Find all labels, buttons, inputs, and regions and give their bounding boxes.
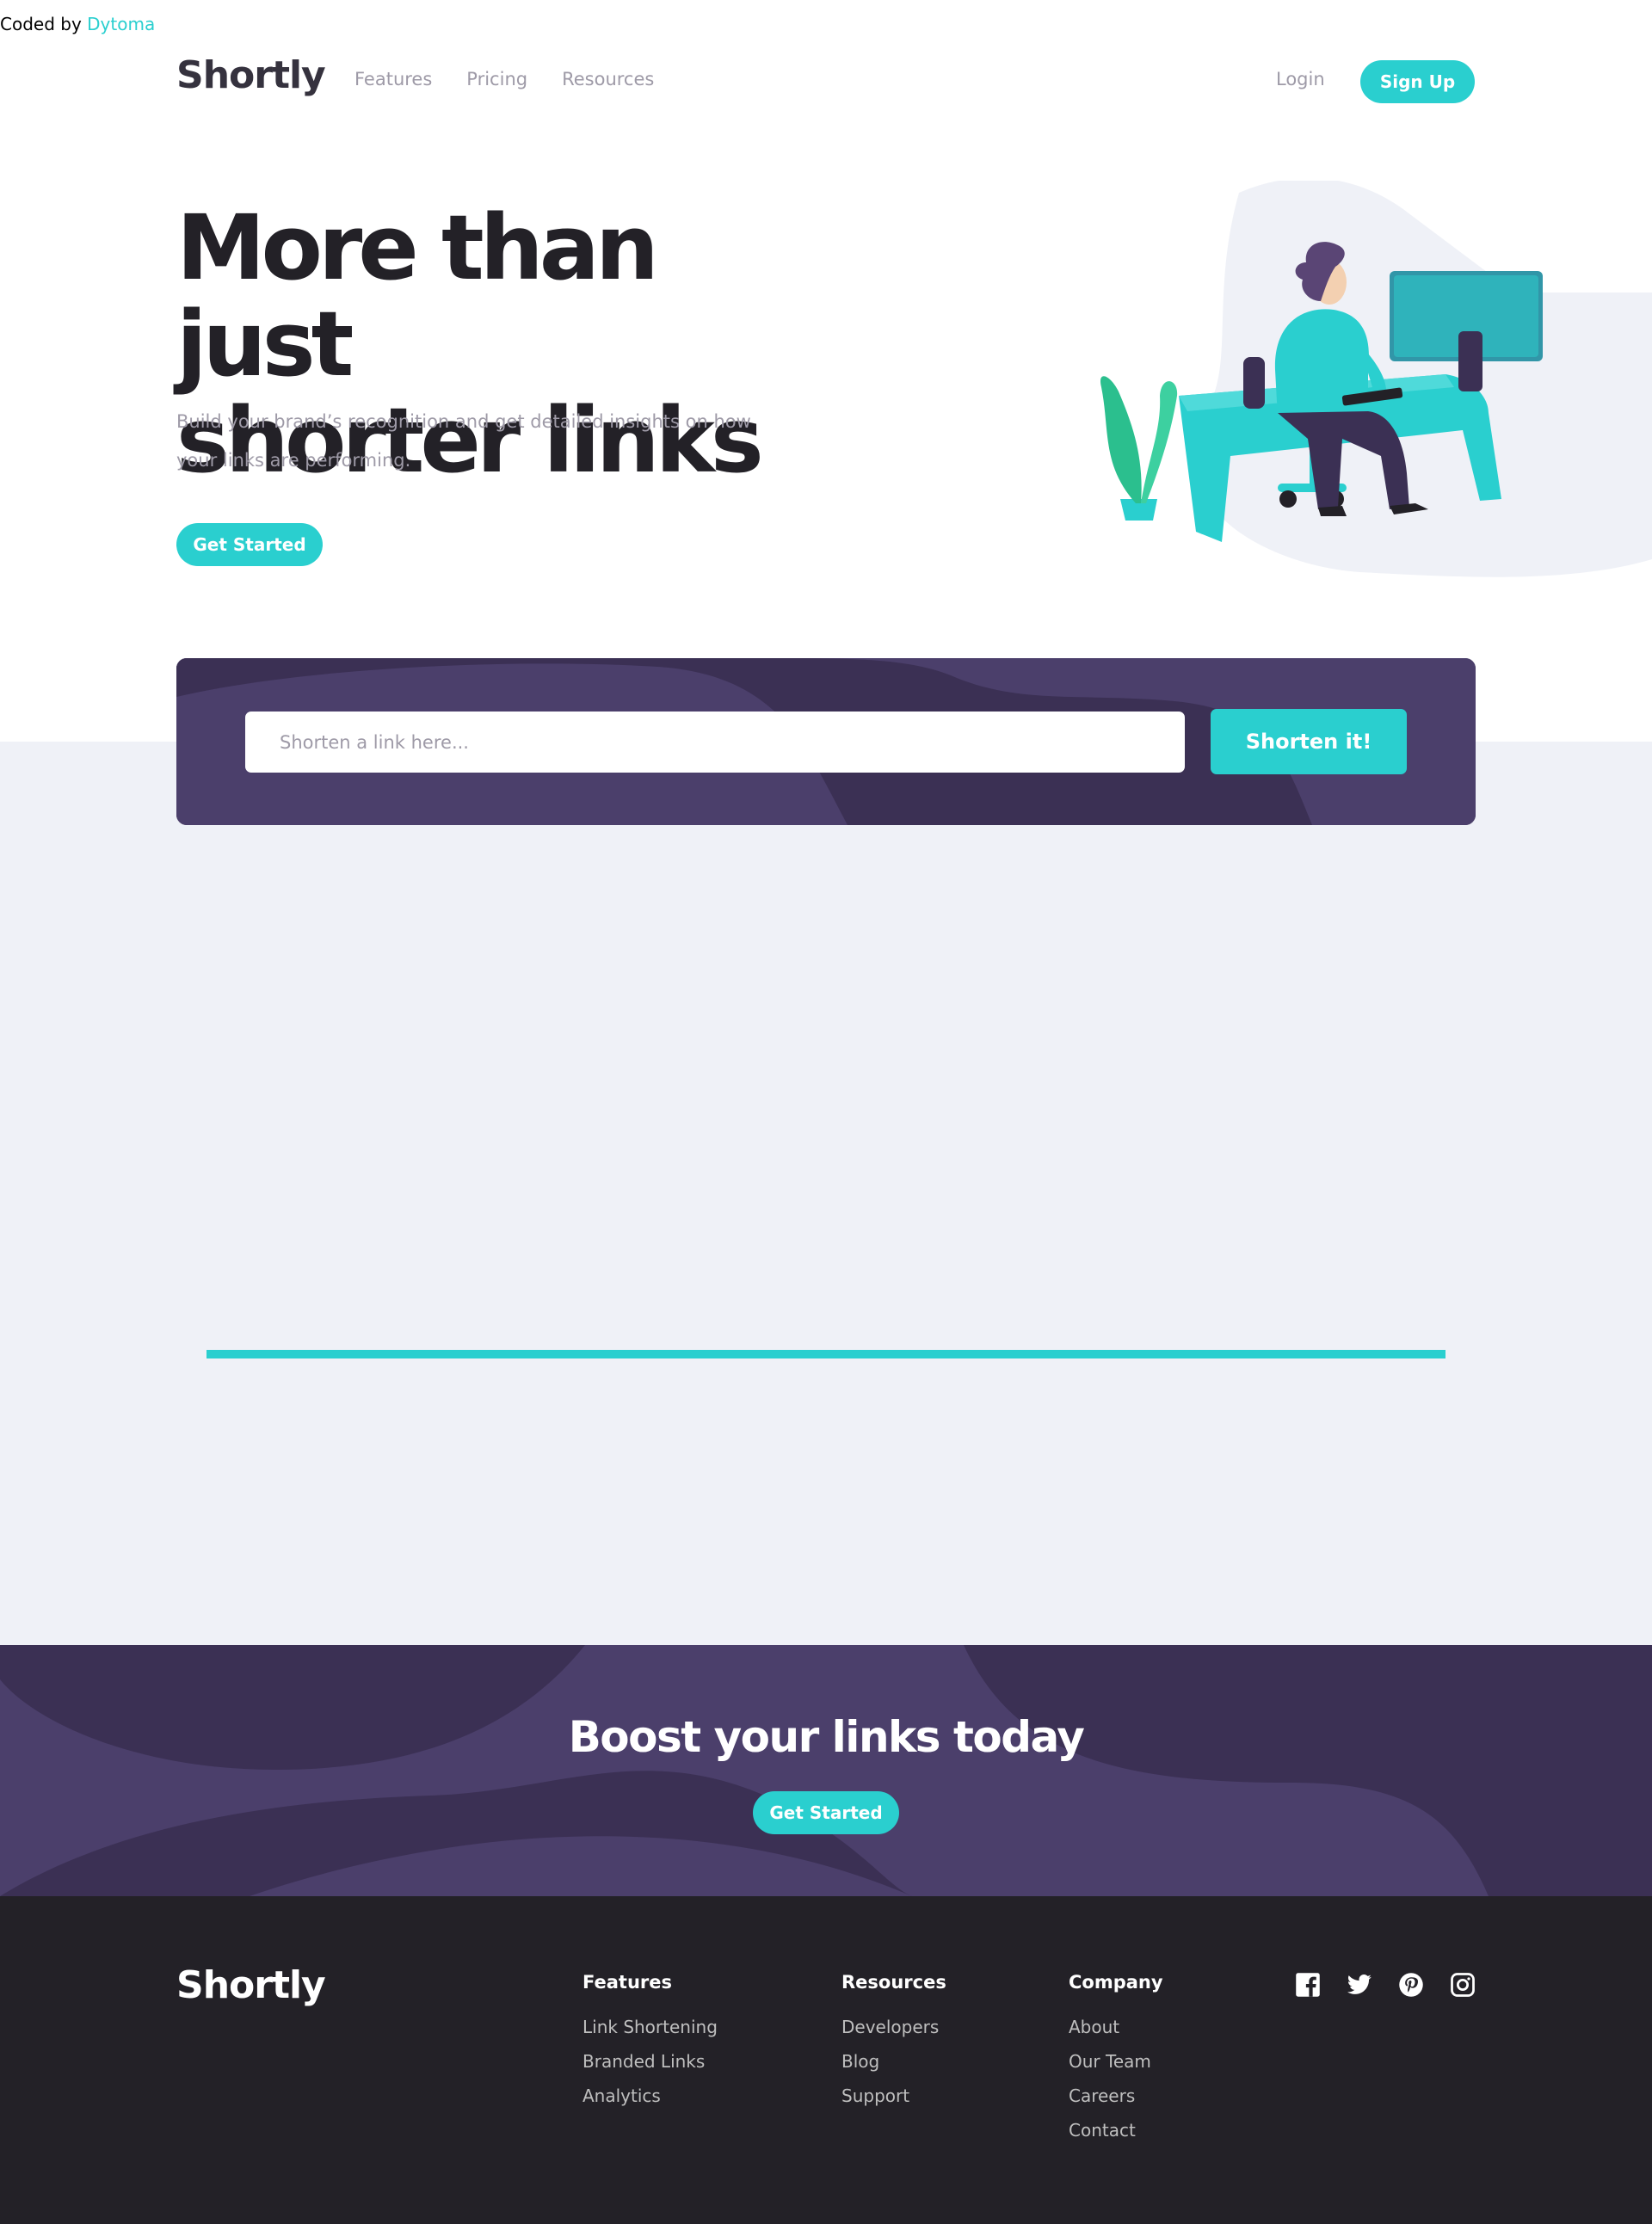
instagram-icon[interactable] bbox=[1450, 1972, 1476, 1998]
footer-link-developers[interactable]: Developers bbox=[841, 2017, 946, 2037]
statistics-connector-line bbox=[206, 1350, 1446, 1358]
footer-link-careers[interactable]: Careers bbox=[1069, 2085, 1163, 2106]
pinterest-icon[interactable] bbox=[1398, 1972, 1424, 1998]
nav-item-features[interactable]: Features bbox=[354, 69, 432, 89]
hero-subtitle: Build your brand’s recognition and get d… bbox=[176, 411, 751, 471]
footer-link-link-shortening[interactable]: Link Shortening bbox=[583, 2017, 718, 2037]
footer-column-title: Features bbox=[583, 1972, 672, 1993]
hero-get-started-button[interactable]: Get Started bbox=[176, 523, 323, 566]
main-nav: Features Pricing Resources bbox=[354, 69, 654, 89]
footer-link-about[interactable]: About bbox=[1069, 2017, 1163, 2037]
footer-logo[interactable]: Shortly bbox=[176, 1963, 326, 2007]
footer-link-our-team[interactable]: Our Team bbox=[1069, 2051, 1163, 2072]
footer-link-support[interactable]: Support bbox=[841, 2085, 946, 2106]
footer-column-features: Features Link Shortening Branded Links A… bbox=[583, 1972, 718, 2120]
footer-link-contact[interactable]: Contact bbox=[1069, 2120, 1163, 2141]
footer: Shortly Features Link Shortening Branded… bbox=[0, 1896, 1652, 2224]
footer-column-resources: Resources Developers Blog Support bbox=[841, 1972, 946, 2120]
credit-text: Coded by Dytoma bbox=[0, 14, 155, 34]
shorten-it-button[interactable]: Shorten it! bbox=[1211, 709, 1407, 774]
social-links bbox=[1295, 1972, 1476, 1998]
credit-prefix: Coded by bbox=[0, 14, 88, 34]
footer-column-title: Company bbox=[1069, 1972, 1163, 1993]
boost-bg-pattern bbox=[0, 1645, 1652, 1896]
boost-title: Boost your links today bbox=[568, 1712, 1085, 1762]
twitter-icon[interactable] bbox=[1347, 1972, 1372, 1998]
footer-link-branded-links[interactable]: Branded Links bbox=[583, 2051, 718, 2072]
boost-get-started-button[interactable]: Get Started bbox=[753, 1791, 899, 1834]
footer-column-title: Resources bbox=[841, 1972, 946, 1993]
statistics-section bbox=[0, 742, 1652, 1645]
hero-title-line1: More than just bbox=[176, 195, 659, 397]
login-link[interactable]: Login bbox=[1276, 69, 1325, 89]
credit-author-link[interactable]: Dytoma bbox=[87, 14, 155, 34]
signup-button[interactable]: Sign Up bbox=[1360, 60, 1475, 103]
footer-column-company: Company About Our Team Careers Contact bbox=[1069, 1972, 1163, 2154]
nav-item-resources[interactable]: Resources bbox=[562, 69, 654, 89]
shorten-link-input[interactable] bbox=[245, 712, 1185, 773]
boost-section: Boost your links today Get Started bbox=[0, 1645, 1652, 1896]
shorten-form: Shorten it! bbox=[176, 658, 1476, 825]
footer-link-blog[interactable]: Blog bbox=[841, 2051, 946, 2072]
working-illustration bbox=[1100, 181, 1652, 577]
nav-item-pricing[interactable]: Pricing bbox=[466, 69, 527, 89]
facebook-icon[interactable] bbox=[1295, 1972, 1321, 1998]
header-logo[interactable]: Shortly bbox=[176, 53, 326, 97]
footer-link-analytics[interactable]: Analytics bbox=[583, 2085, 718, 2106]
